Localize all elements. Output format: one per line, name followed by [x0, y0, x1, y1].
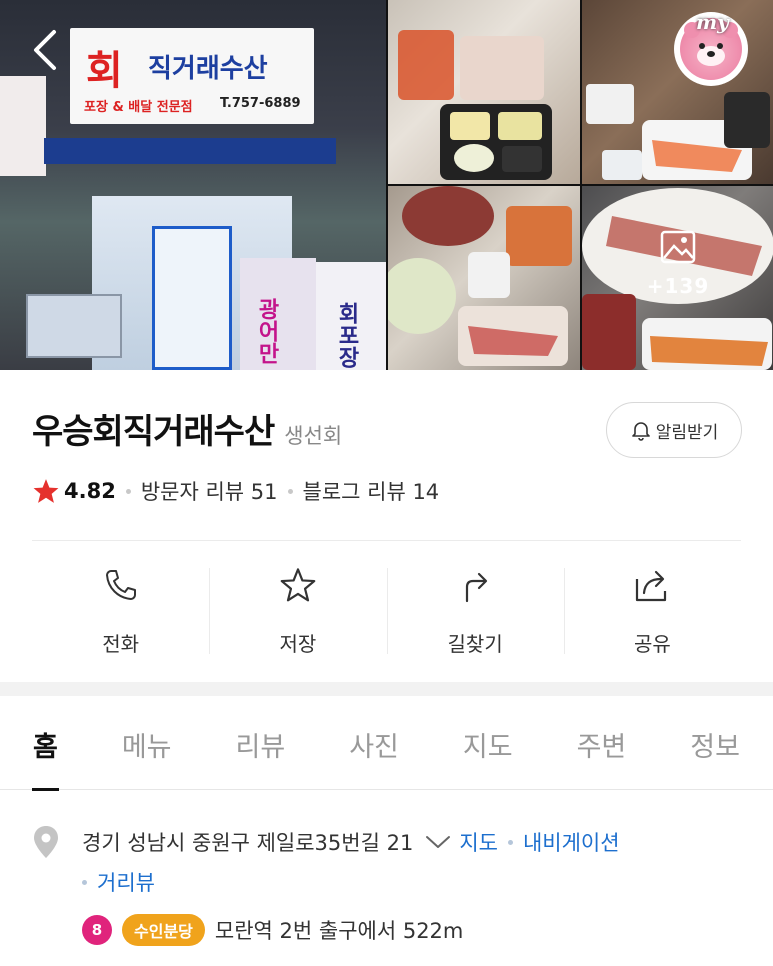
- photo-thumb-4[interactable]: +139: [582, 186, 773, 370]
- store-sign-name: 직거래수산: [148, 54, 268, 84]
- navigation-link[interactable]: 내비게이션: [523, 827, 620, 857]
- address-section: 경기 성남시 중원구 제일로35번길 21 지도 내비게이션 거리뷰 8 수인분…: [32, 822, 752, 952]
- tab-menu[interactable]: 메뉴: [105, 698, 189, 790]
- call-label: 전화: [102, 632, 140, 656]
- directions-icon: [466, 572, 488, 603]
- more-photos-overlay[interactable]: +139: [622, 230, 734, 326]
- subway-exit-text: 모란역 2번 출구에서 522m: [214, 919, 464, 943]
- avatar-label: my: [696, 10, 729, 34]
- photo-thumb-1[interactable]: [388, 0, 580, 184]
- tab-bar: 홈 메뉴 리뷰 사진 지도 주변 정보: [0, 698, 773, 791]
- place-name: 우승회직거래수산: [32, 412, 275, 452]
- store-sign-sub: 포장 & 배달 전문점: [84, 100, 193, 115]
- call-button[interactable]: 전화: [32, 564, 209, 658]
- image-icon: [660, 230, 696, 264]
- promo-banner-right: 회포장: [316, 262, 386, 370]
- blog-reviews-link[interactable]: 블로그 리뷰 14: [303, 476, 440, 506]
- subway-line-badge: 8: [82, 915, 112, 945]
- divider: [32, 540, 741, 541]
- share-button[interactable]: 공유: [563, 564, 741, 658]
- neighbor-sign: [0, 76, 46, 176]
- rating-score: 4.82: [64, 479, 116, 503]
- save-label: 저장: [279, 632, 317, 656]
- place-category: 생선회: [284, 424, 343, 448]
- display-case: [26, 294, 122, 358]
- alarm-label: 알림받기: [655, 422, 719, 443]
- visitor-reviews-link[interactable]: 방문자 리뷰 51: [141, 476, 278, 506]
- map-link[interactable]: 지도: [459, 827, 498, 857]
- more-photos-count: +139: [646, 274, 710, 298]
- place-title-row: 우승회직거래수산 생선회: [32, 404, 342, 456]
- chevron-left-icon: [34, 30, 56, 70]
- section-gap: [0, 682, 773, 696]
- save-button[interactable]: 저장: [209, 564, 386, 658]
- photo-thumb-3[interactable]: [388, 186, 580, 370]
- address-text: 경기 성남시 중원구 제일로35번길 21: [82, 831, 414, 855]
- alarm-subscribe-button[interactable]: 알림받기: [606, 402, 742, 458]
- photo-thumb-2[interactable]: [582, 0, 773, 184]
- tab-info[interactable]: 정보: [673, 698, 757, 790]
- star-icon: [280, 568, 316, 602]
- directions-label: 길찾기: [447, 632, 503, 656]
- subway-info: 8 수인분당 모란역 2번 출구에서 522m: [82, 908, 752, 952]
- store-awning: [44, 138, 336, 164]
- directions-button[interactable]: 길찾기: [386, 564, 564, 658]
- rating-row: 4.82 방문자 리뷰 51 블로그 리뷰 14: [32, 472, 439, 510]
- tab-home[interactable]: 홈: [16, 698, 75, 791]
- promo-banner-left: 광어만: [240, 258, 316, 370]
- store-sign: 회 직거래수산 포장 & 배달 전문점 T.757-6889: [70, 28, 314, 124]
- tab-map[interactable]: 지도: [446, 698, 530, 790]
- separator-dot: [507, 839, 513, 845]
- action-bar: 전화 저장 길찾기 공유: [32, 564, 741, 658]
- tab-nearby[interactable]: 주변: [560, 698, 644, 790]
- store-sign-tel: T.757-6889: [220, 96, 301, 111]
- bell-icon: [631, 422, 650, 441]
- tab-review[interactable]: 리뷰: [219, 698, 303, 790]
- share-icon: [636, 570, 667, 602]
- chevron-down-icon[interactable]: [425, 833, 451, 851]
- separator-dot: [125, 488, 131, 494]
- share-label: 공유: [633, 632, 671, 656]
- star-filled-icon: [33, 479, 59, 503]
- subway-line-name: 수인분당: [122, 914, 205, 946]
- back-button[interactable]: [28, 28, 64, 72]
- tab-photo[interactable]: 사진: [332, 698, 416, 790]
- phone-icon: [105, 570, 136, 600]
- separator-dot: [287, 488, 293, 494]
- store-sign-hoe: 회: [86, 47, 123, 94]
- location-pin-icon: [34, 826, 58, 858]
- roadview-link[interactable]: 거리뷰: [97, 867, 155, 897]
- separator-dot: [82, 879, 87, 885]
- photo-gallery[interactable]: 회 직거래수산 포장 & 배달 전문점 T.757-6889 광어만 회포장 +…: [0, 0, 773, 370]
